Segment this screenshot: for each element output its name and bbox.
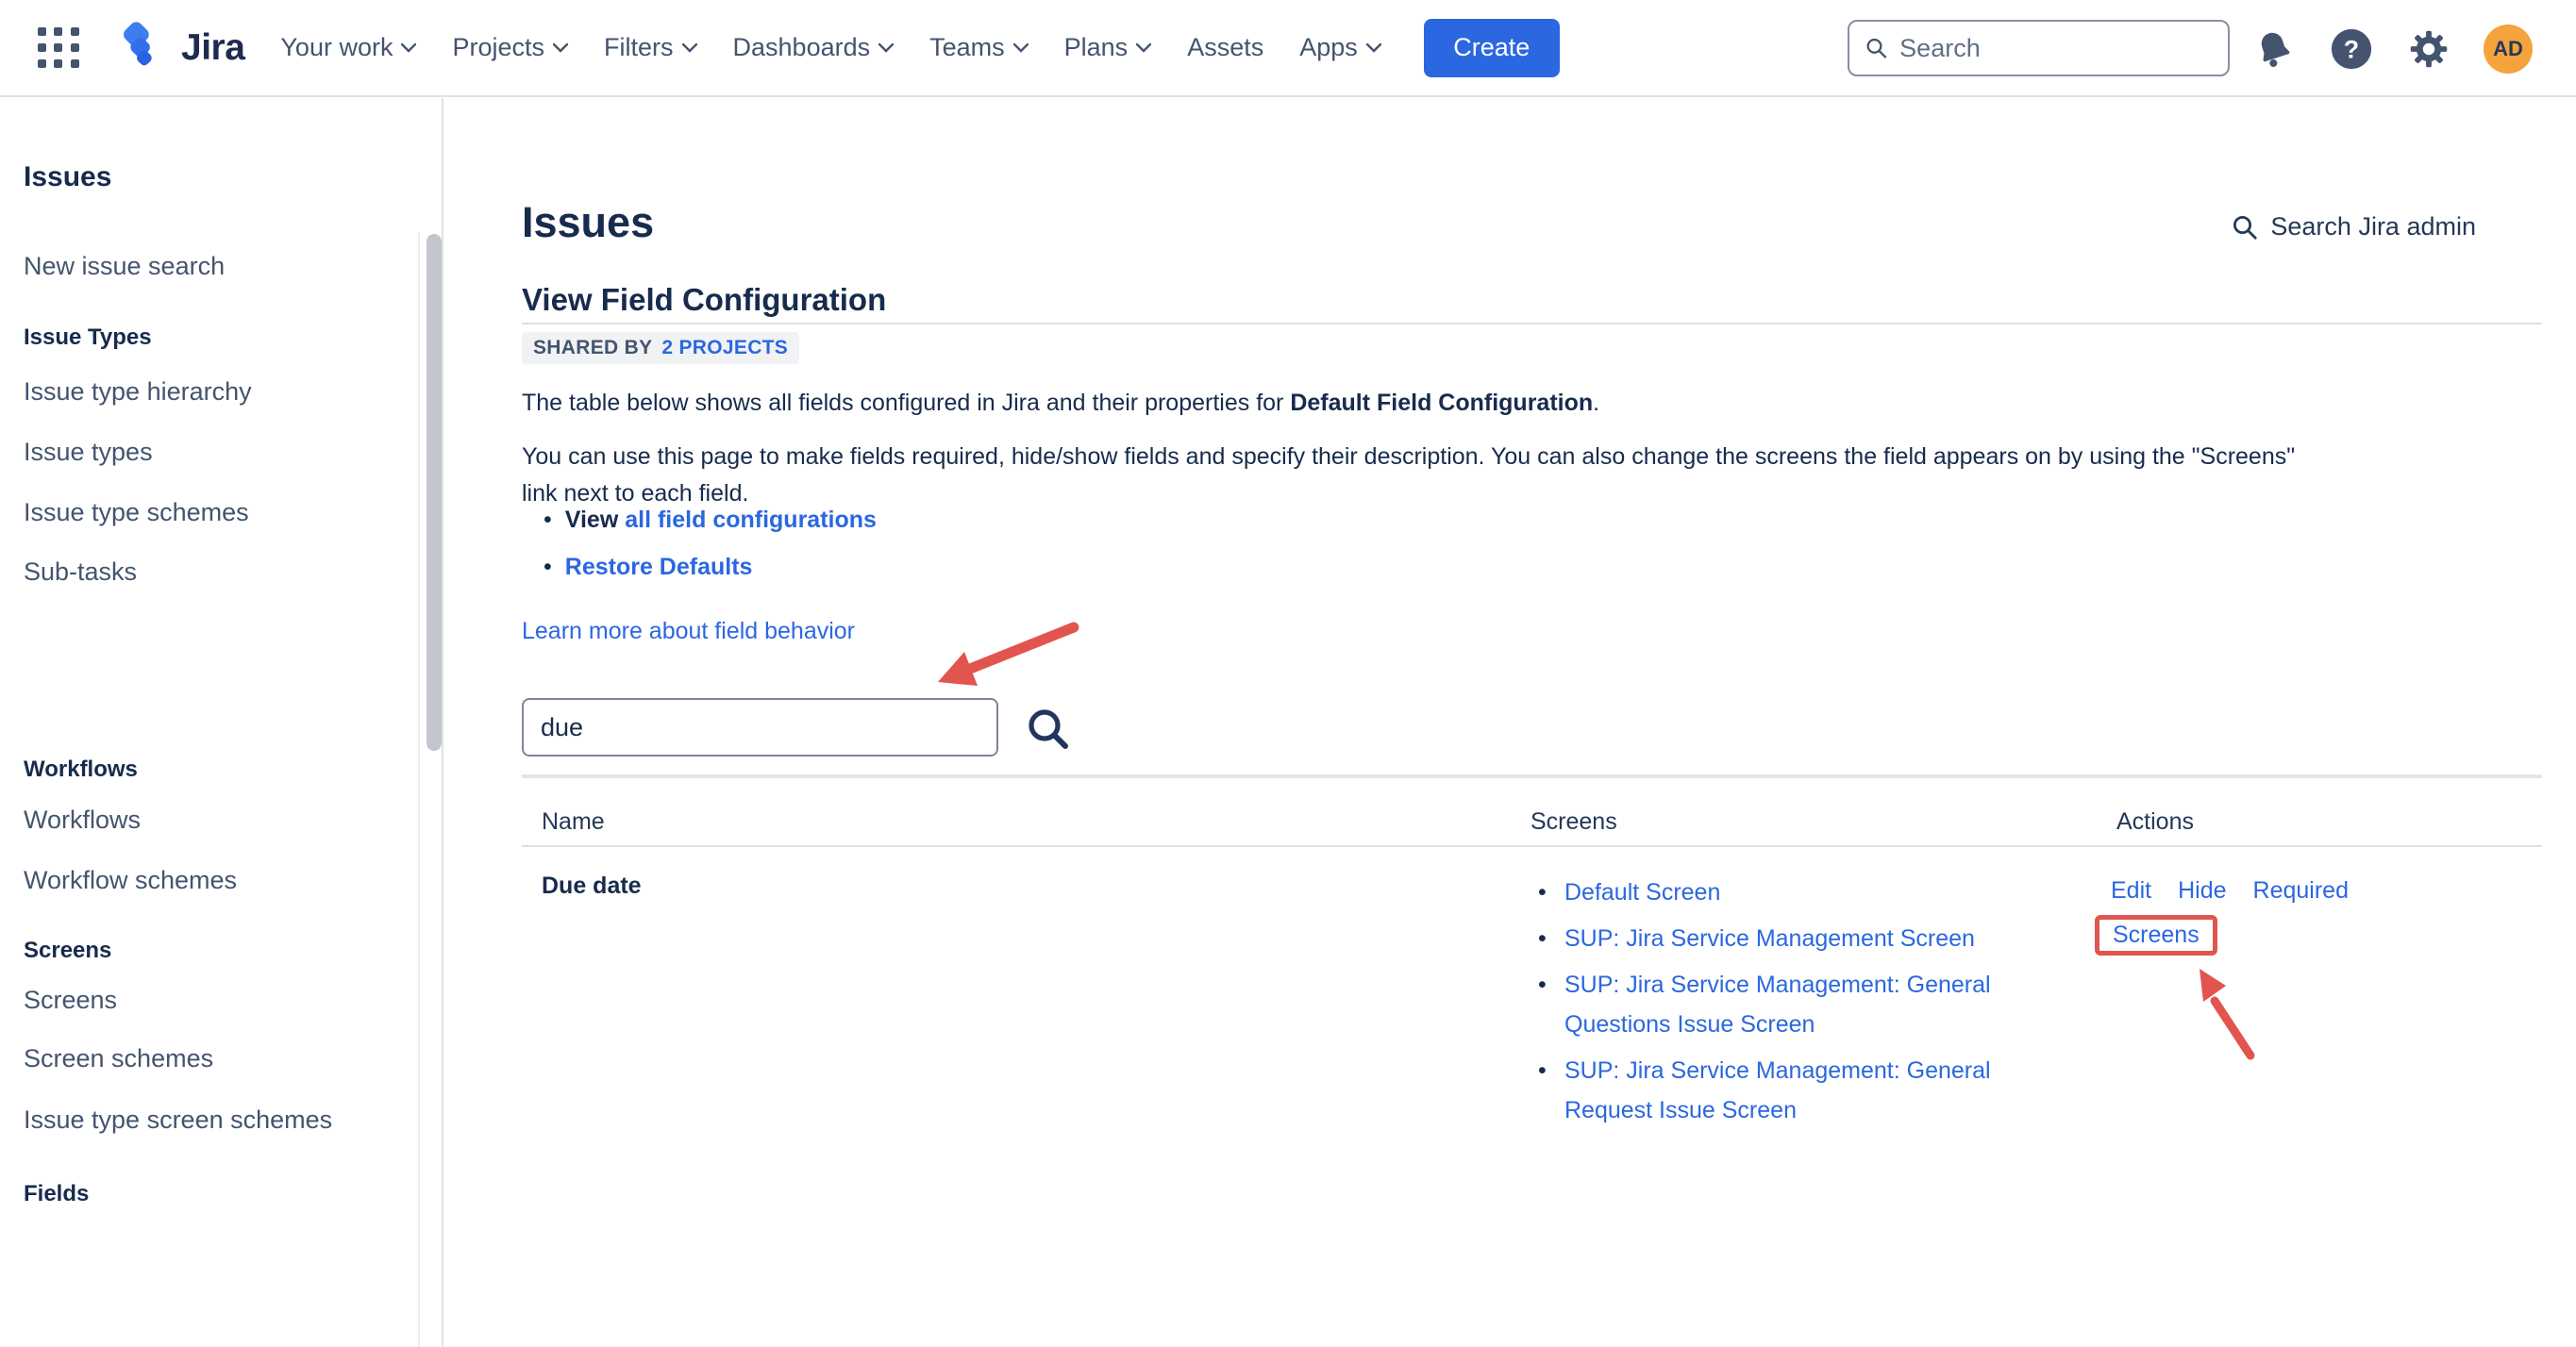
annotation-arrow-to-screens-action — [2188, 961, 2264, 1065]
screen-link[interactable]: SUP: Jira Service Management: General Qu… — [1564, 972, 1991, 1038]
jira-logo-text: Jira — [181, 27, 244, 69]
search-jira-admin-link[interactable]: Search Jira admin — [2231, 212, 2476, 241]
sidebar-item-screen-schemes[interactable]: Screen schemes — [24, 1044, 213, 1073]
annotation-arrow-to-filter-input — [925, 614, 1095, 708]
search-jira-admin-label: Search Jira admin — [2270, 212, 2476, 241]
edit-action-link[interactable]: Edit — [2111, 877, 2151, 905]
learn-more-link-wrap: Learn more about field behavior — [522, 618, 855, 645]
table-header-divider — [522, 845, 2542, 847]
nav-assets[interactable]: Assets — [1187, 33, 1263, 62]
sidebar-item-issue-type-hierarchy[interactable]: Issue type hierarchy — [24, 377, 252, 407]
chevron-down-icon — [878, 43, 894, 53]
user-avatar[interactable]: AD — [2484, 25, 2533, 74]
global-search[interactable] — [1848, 20, 2230, 76]
nav-dashboards[interactable]: Dashboards — [733, 33, 895, 62]
page-title: Issues — [522, 198, 654, 247]
sidebar-item-workflow-schemes[interactable]: Workflow schemes — [24, 866, 237, 895]
actions-cell: Edit Hide Required Screens — [2111, 877, 2349, 956]
heading-divider — [522, 323, 2542, 324]
screens-action-link[interactable]: Screens — [2113, 922, 2200, 948]
nav-teams[interactable]: Teams — [929, 33, 1029, 62]
list-item: View all field configurations — [544, 507, 877, 534]
search-icon — [2231, 213, 2259, 241]
sidebar-item-screens[interactable]: Screens — [24, 986, 117, 1015]
quick-links-list: View all field configurations Restore De… — [544, 507, 877, 601]
nav-filters[interactable]: Filters — [604, 33, 697, 62]
hide-action-link[interactable]: Hide — [2178, 877, 2226, 905]
shared-projects-link[interactable]: 2 PROJECTS — [661, 337, 788, 359]
admin-sidebar: Issues New issue search Issue Types Issu… — [0, 98, 443, 1347]
field-filter-input[interactable] — [522, 698, 998, 757]
screen-link[interactable]: SUP: Jira Service Management Screen — [1564, 925, 1975, 952]
chevron-down-icon — [1136, 43, 1151, 53]
jira-logo[interactable]: Jira — [123, 21, 244, 75]
sidebar-section-screens: Screens — [24, 938, 111, 964]
column-header-actions: Actions — [2116, 808, 2194, 836]
sidebar-section-fields: Fields — [24, 1181, 89, 1207]
chevron-down-icon — [1013, 43, 1029, 53]
screen-link[interactable]: SUP: Jira Service Management: General Re… — [1564, 1057, 1991, 1123]
chevron-down-icon — [401, 43, 416, 53]
all-field-configurations-link[interactable]: all field configurations — [625, 507, 877, 533]
nav-plans[interactable]: Plans — [1064, 33, 1152, 62]
sidebar-section-workflows: Workflows — [24, 757, 138, 783]
field-name-cell: Due date — [542, 873, 642, 900]
nav-your-work[interactable]: Your work — [280, 33, 416, 62]
sidebar-item-new-issue-search[interactable]: New issue search — [24, 252, 225, 281]
sidebar-item-sub-tasks[interactable]: Sub-tasks — [24, 557, 137, 587]
sidebar-scrollbar-track — [418, 232, 420, 1347]
search-icon — [1025, 706, 1070, 751]
learn-more-link[interactable]: Learn more about field behavior — [522, 618, 855, 644]
sidebar-item-issue-types[interactable]: Issue types — [24, 438, 153, 467]
list-item: Default Screen — [1536, 873, 2017, 912]
app-switcher-icon[interactable] — [34, 24, 83, 73]
sidebar-item-workflows[interactable]: Workflows — [24, 806, 141, 835]
chevron-down-icon — [682, 43, 697, 53]
chevron-down-icon — [1366, 43, 1381, 53]
screens-action-highlight-box: Screens — [2095, 915, 2217, 956]
sidebar-scrollbar-thumb[interactable] — [427, 234, 442, 751]
sidebar-item-issue-type-schemes[interactable]: Issue type schemes — [24, 498, 249, 527]
sidebar-item-issue-type-screen-schemes[interactable]: Issue type screen schemes — [24, 1106, 332, 1135]
sidebar-title: Issues — [24, 161, 111, 193]
restore-defaults-link[interactable]: Restore Defaults — [565, 554, 753, 580]
list-item: SUP: Jira Service Management: General Re… — [1536, 1051, 2017, 1130]
chevron-down-icon — [553, 43, 568, 53]
shared-by-label: SHARED BY — [533, 337, 652, 359]
list-item: SUP: Jira Service Management Screen — [1536, 919, 2017, 958]
list-item: Restore Defaults — [544, 554, 877, 581]
filter-search-button[interactable] — [1025, 706, 1070, 751]
nav-icon-cluster: ? AD — [2251, 0, 2533, 97]
search-icon — [1865, 35, 1888, 61]
column-header-name: Name — [542, 808, 605, 836]
create-button[interactable]: Create — [1424, 19, 1560, 77]
description-paragraph: The table below shows all fields configu… — [522, 385, 1599, 422]
global-search-input[interactable] — [1899, 34, 2213, 63]
table-top-divider — [522, 774, 2542, 778]
nav-apps[interactable]: Apps — [1299, 33, 1381, 62]
required-action-link[interactable]: Required — [2253, 877, 2349, 905]
main-content: Issues Search Jira admin View Field Conf… — [445, 97, 2576, 1347]
usage-paragraph: You can use this page to make fields req… — [522, 439, 2295, 512]
sidebar-section-issue-types: Issue Types — [24, 324, 152, 351]
svg-text:?: ? — [2344, 35, 2359, 63]
screens-cell: Default Screen SUP: Jira Service Managem… — [1536, 873, 2017, 1137]
notifications-bell-icon[interactable] — [2251, 26, 2297, 72]
list-item: SUP: Jira Service Management: General Qu… — [1536, 965, 2017, 1044]
main-menu: Your work Projects Filters Dashboards Te… — [280, 33, 1380, 62]
nav-projects[interactable]: Projects — [452, 33, 568, 62]
screen-link[interactable]: Default Screen — [1564, 879, 1720, 906]
shared-by-badge: SHARED BY 2 PROJECTS — [522, 332, 799, 364]
jira-logo-icon — [123, 21, 170, 75]
section-heading: View Field Configuration — [522, 282, 886, 318]
settings-gear-icon[interactable] — [2406, 26, 2451, 72]
help-icon[interactable]: ? — [2329, 26, 2374, 72]
top-navigation: Jira Your work Projects Filters Dashboar… — [0, 0, 2576, 97]
column-header-screens: Screens — [1531, 808, 1617, 836]
